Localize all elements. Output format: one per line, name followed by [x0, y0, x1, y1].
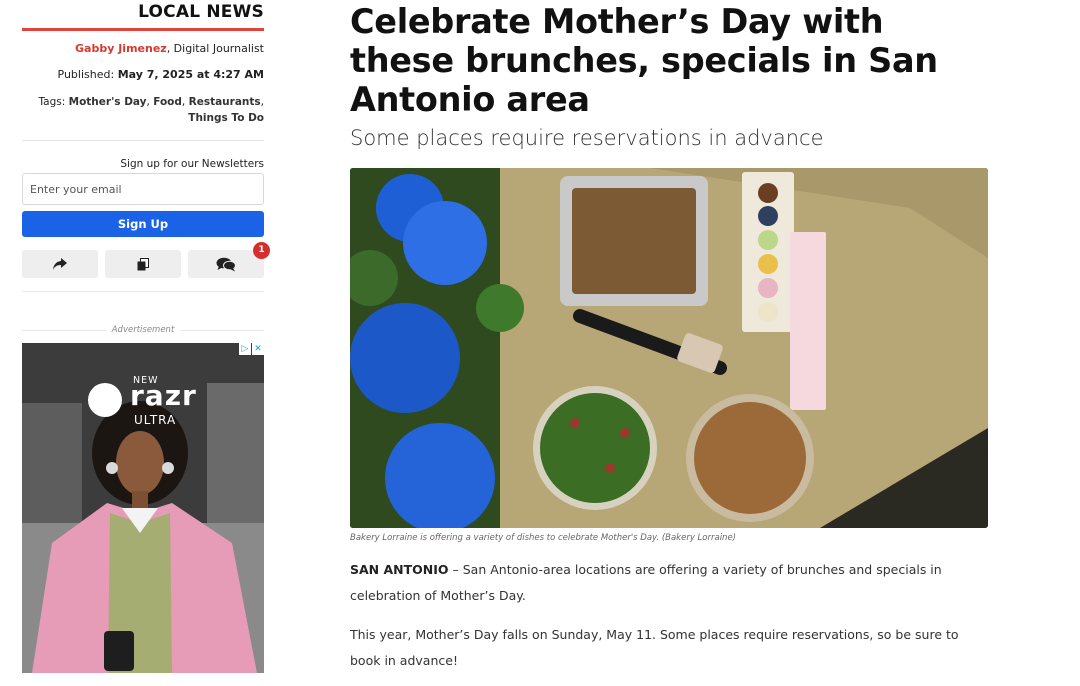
article-paragraph: This year, Mother’s Day falls on Sunday,… [350, 626, 959, 668]
ad-close-icon[interactable]: ✕ [252, 343, 264, 355]
article-main: Celebrate Mother’s Day with these brunch… [350, 0, 990, 686]
article-headline: Celebrate Mother’s Day with these brunch… [350, 2, 938, 119]
tag-link[interactable]: Food [153, 96, 182, 108]
advertisement[interactable]: ▷ ✕ NEW razr ULTRA [22, 343, 264, 673]
copy-link-button[interactable] [105, 250, 181, 278]
ad-label-line [180, 329, 265, 331]
share-toolbar: 1 [22, 242, 270, 278]
article-paragraph: SAN ANTONIO – San Antonio-area locations… [350, 557, 990, 609]
hero-image[interactable] [350, 168, 988, 528]
ad-model-name: ULTRA [134, 413, 177, 427]
ad-label: Advertisement [111, 325, 175, 335]
article-sidebar: LOCAL NEWS Gabby Jimenez, Digital Journa… [22, 0, 270, 673]
tags-label: Tags: [38, 96, 69, 108]
article-subheadline: Some places require reservations in adva… [350, 126, 824, 150]
ad-info-icon[interactable]: ▷ [239, 343, 251, 355]
signup-button[interactable]: Sign Up [22, 211, 264, 237]
tag-link[interactable]: Mother's Day [69, 96, 147, 108]
author-role: , Digital Journalist [166, 42, 264, 55]
author-link[interactable]: Gabby Jimenez [75, 42, 167, 55]
published-label: Published: [57, 68, 118, 81]
divider [22, 140, 264, 141]
ad-choices[interactable]: ▷ ✕ [239, 343, 264, 355]
ad-label-row: Advertisement [22, 325, 265, 335]
comments-button[interactable] [188, 250, 264, 278]
comments-icon [216, 257, 236, 271]
comments-count-badge: 1 [253, 242, 270, 259]
section-title[interactable]: LOCAL NEWS [22, 0, 264, 28]
motorola-logo-icon [88, 383, 122, 417]
image-caption: Bakery Lorraine is offering a variety of… [350, 533, 736, 543]
hero-food-photo [350, 168, 988, 528]
ad-brand-name: razr [130, 379, 197, 412]
dateline: SAN ANTONIO [350, 562, 449, 577]
byline: Gabby Jimenez, Digital Journalist [22, 42, 264, 55]
share-button[interactable] [22, 250, 98, 278]
newsletter-label: Sign up for our Newsletters [120, 158, 264, 170]
ad-label-line [22, 329, 106, 331]
published-value: May 7, 2025 at 4:27 AM [117, 68, 264, 81]
section-rule [22, 28, 264, 31]
email-input[interactable] [22, 173, 264, 205]
tag-link[interactable]: Things To Do [188, 112, 264, 124]
copy-icon [137, 257, 149, 270]
share-icon [53, 258, 67, 270]
divider [22, 291, 264, 292]
published-date: Published: May 7, 2025 at 4:27 AM [22, 68, 264, 81]
tag-link[interactable]: Restaurants [189, 96, 261, 108]
tags: Tags: Mother's Day, Food, Restaurants, T… [38, 96, 265, 124]
